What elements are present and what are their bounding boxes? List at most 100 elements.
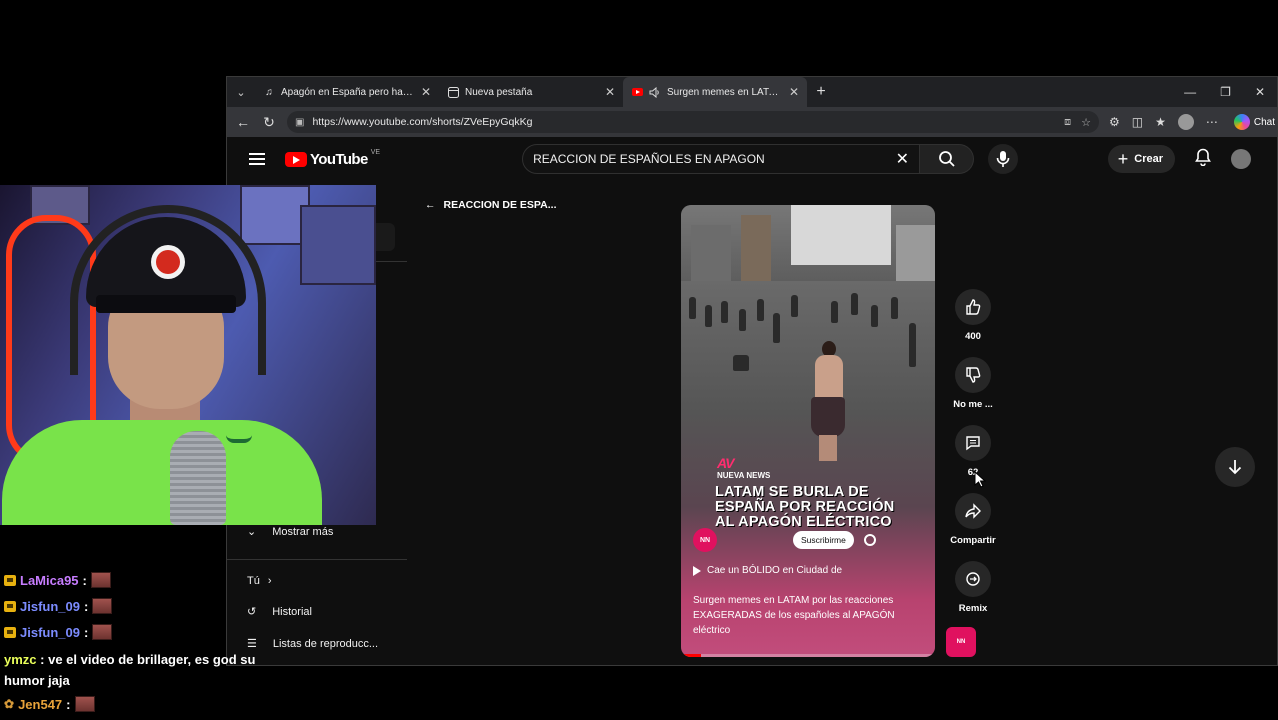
- more-options-icon[interactable]: ⋯: [1206, 115, 1218, 129]
- tab-tiktok[interactable]: ♫ Apagón en España pero hay gente ✕: [255, 77, 439, 107]
- new-tab-page-icon: [447, 86, 459, 98]
- thumbs-down-icon: [955, 357, 991, 393]
- chat-username: Jen547: [18, 696, 63, 712]
- app-install-icon[interactable]: ⧈: [1064, 116, 1071, 129]
- close-icon[interactable]: ✕: [421, 85, 431, 99]
- share-button[interactable]: Compartir: [943, 493, 1003, 546]
- chat-username: Jisfun_09: [20, 624, 80, 640]
- menu-icon[interactable]: [249, 153, 265, 165]
- person: [705, 305, 712, 327]
- address-bar[interactable]: ▣ https://www.youtube.com/shorts/ZVeEpyG…: [287, 111, 1099, 133]
- close-window-icon[interactable]: ✕: [1255, 85, 1265, 99]
- building: [791, 205, 891, 265]
- clear-search-icon[interactable]: ✕: [896, 149, 909, 169]
- youtube-wordmark: YouTube: [310, 150, 368, 168]
- account-avatar[interactable]: [1231, 149, 1251, 169]
- guide-you[interactable]: Tú ›: [247, 575, 272, 587]
- chat-message: LaMica95 :: [4, 572, 111, 588]
- tiktok-icon: ♫: [265, 86, 273, 98]
- create-button[interactable]: + Crear: [1107, 145, 1175, 173]
- restore-icon[interactable]: ❐: [1220, 85, 1231, 99]
- chat-username: LaMica95: [20, 572, 79, 588]
- country-code: VE: [370, 148, 381, 156]
- chat-label: Chat: [1253, 116, 1275, 128]
- reload-icon[interactable]: ↻: [261, 114, 277, 131]
- guide-history[interactable]: ↺ Historial: [247, 605, 312, 619]
- chat-message: ✿ Jen547 :: [4, 696, 95, 712]
- favorite-star-icon[interactable]: ☆: [1081, 116, 1091, 129]
- next-short-button[interactable]: [1215, 447, 1255, 487]
- chevron-down-icon: ⌄: [247, 526, 257, 538]
- history-label: Historial: [272, 605, 312, 618]
- arrow-down-icon: [1228, 460, 1242, 475]
- comments-button[interactable]: 62: [943, 425, 1003, 478]
- sound-source-thumbnail[interactable]: NN: [946, 627, 976, 657]
- speaker-icon[interactable]: [649, 86, 661, 98]
- search-bar: REACCION DE ESPAÑOLES EN APAGON ✕: [522, 144, 1019, 174]
- person: [871, 305, 878, 327]
- like-count: 400: [965, 331, 981, 342]
- copilot-icon: [1233, 114, 1250, 130]
- you-label: Tú: [247, 575, 260, 587]
- address-bar-row: ← ↻ ▣ https://www.youtube.com/shorts/ZVe…: [227, 107, 1277, 137]
- search-icon: [938, 151, 955, 167]
- short-video-player[interactable]: AV NUEVA NEWS LATAM SE BURLA DE ESPAÑA P…: [681, 205, 935, 657]
- back-arrow-icon[interactable]: ←: [235, 114, 251, 130]
- tab-title: Apagón en España pero hay gente: [281, 86, 415, 98]
- person: [757, 299, 764, 321]
- hand-badge-icon: ✿: [4, 697, 15, 711]
- share-arrow-icon: [955, 493, 991, 529]
- tab-new-tab[interactable]: Nueva pestaña ✕: [439, 77, 623, 107]
- tab-youtube-short[interactable]: Surgen memes en LATAM por ✕: [623, 77, 807, 107]
- like-button[interactable]: 400: [943, 289, 1003, 342]
- woman-figure: [809, 341, 847, 461]
- subscribe-button[interactable]: Suscribirme: [793, 531, 854, 549]
- remix-label: Remix: [958, 603, 988, 614]
- guide-show-more[interactable]: ⌄ Mostrar más: [247, 525, 333, 539]
- emote-icon: [74, 696, 95, 712]
- search-query: REACCION DE ESPAÑOLES EN APAGON: [533, 152, 765, 166]
- extensions-icon[interactable]: ⚙: [1109, 115, 1120, 129]
- swoosh-logo: [226, 435, 252, 443]
- youtube-logo[interactable]: YouTube VE: [285, 148, 381, 168]
- playlists-label: Listas de reproducc...: [272, 637, 379, 650]
- search-button[interactable]: [920, 144, 975, 174]
- site-info-icon[interactable]: ▣: [295, 117, 304, 128]
- dislike-button[interactable]: No me ...: [943, 357, 1003, 410]
- minimize-icon[interactable]: —: [1184, 85, 1196, 99]
- youtube-icon: [631, 86, 643, 98]
- guide-divider: [227, 559, 407, 560]
- back-to-search-link[interactable]: ← REACCION DE ESPA...: [425, 199, 557, 211]
- bell-toggle-icon[interactable]: [863, 534, 876, 546]
- microphone-icon: [996, 151, 1010, 167]
- notifications-bell-icon[interactable]: [1195, 148, 1211, 171]
- person: [721, 301, 728, 323]
- tab-list-dropdown[interactable]: ⌄: [227, 77, 255, 107]
- youtube-play-icon: [285, 151, 307, 167]
- arrow-left-icon: ←: [425, 199, 436, 211]
- new-tab-button[interactable]: +: [807, 83, 835, 101]
- url-text: https://www.youtube.com/shorts/ZVeEpyGqk…: [312, 116, 533, 128]
- favorites-icon[interactable]: ★: [1155, 115, 1166, 129]
- person: [909, 323, 916, 367]
- person: [773, 313, 780, 343]
- profile-avatar[interactable]: [1177, 114, 1194, 130]
- related-video-link[interactable]: Cae un BÓLIDO en Ciudad de: [693, 565, 842, 576]
- nueva-news-logo: AV: [717, 455, 734, 471]
- copilot-chat-button[interactable]: Chat: [1233, 114, 1275, 130]
- remix-icon: [955, 561, 991, 597]
- close-icon[interactable]: ✕: [605, 85, 615, 99]
- cap-logo: [151, 245, 185, 279]
- video-description: Surgen memes en LATAM por las reacciones…: [693, 595, 895, 636]
- split-screen-icon[interactable]: ◫: [1132, 115, 1143, 129]
- dislike-label: No me ...: [953, 399, 993, 410]
- close-icon[interactable]: ✕: [789, 85, 799, 99]
- remix-button[interactable]: Remix: [943, 561, 1003, 614]
- person: [739, 309, 746, 331]
- voice-search-button[interactable]: [988, 144, 1019, 174]
- browser-window: ⌄ ♫ Apagón en España pero hay gente ✕ Nu…: [226, 76, 1278, 666]
- streamer-webcam: [0, 185, 376, 525]
- channel-avatar[interactable]: NN: [693, 528, 717, 552]
- video-progress-bar[interactable]: [681, 654, 935, 657]
- search-input[interactable]: REACCION DE ESPAÑOLES EN APAGON ✕: [522, 144, 921, 174]
